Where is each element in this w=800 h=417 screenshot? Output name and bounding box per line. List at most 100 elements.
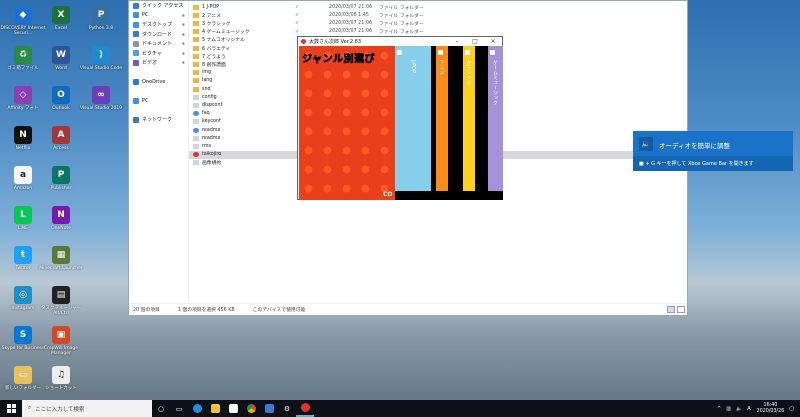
pin-icon: ✱ (181, 50, 185, 56)
genre-strip[interactable]: アニメ (436, 46, 448, 191)
file-name: lang (202, 78, 213, 84)
game-canvas[interactable]: ジャンル別選び J-POP アニメ クラシック ゲームミュージック CO (299, 46, 503, 200)
desktop-icon[interactable]: A Access (38, 126, 84, 151)
start-button[interactable] (0, 400, 22, 417)
nav-item-label: ドキュメント (142, 41, 173, 48)
nav-item-label: ネットワーク (142, 117, 173, 124)
desktop-icon-label: Minecraft Launcher (39, 266, 83, 271)
volume-icon[interactable]: 🔈 (736, 406, 742, 412)
taskbar-search[interactable]: ⌕ ここに入力して検索 (22, 400, 152, 417)
task-view-button[interactable]: ▭ (170, 400, 188, 417)
nav-item[interactable]: ビデオ ✱ (129, 58, 188, 68)
nav-item[interactable]: クイック アクセス (129, 1, 188, 11)
windows-logo-icon (6, 404, 16, 413)
pin-icon: ✱ (181, 60, 185, 66)
file-row[interactable]: 1 J-POP ✓ 2020/03/07 21:06 ファイル フォルダー (189, 3, 687, 11)
taskbar-settings[interactable]: ⚙ (278, 400, 296, 417)
app-icon: N (52, 206, 70, 224)
system-tray: ^ ▥ 🔈 A 16:40 2020/03/26 ▢ (712, 403, 800, 415)
nav-item[interactable]: ピクチャ ✱ (129, 49, 188, 59)
app-icon: S (14, 326, 32, 344)
nav-item-label: OneDrive (142, 78, 166, 85)
nav-item-icon (133, 78, 139, 85)
network-icon[interactable]: ▥ (726, 406, 731, 412)
selection-info: 1 個の項目を選択 456 KB (177, 308, 235, 313)
nav-item-label: PC (142, 97, 149, 104)
doc-icon (193, 102, 199, 108)
nav-item[interactable]: PC (129, 96, 188, 106)
app-icon: ◇ (14, 86, 32, 104)
taskbar-taikojiro[interactable] (296, 400, 314, 417)
nav-item[interactable]: ネットワーク (129, 115, 188, 125)
audio-notification[interactable]: 🔈 オーディオを簡単に調整 ■ + G キーを押して Xbox Game Bar… (633, 131, 793, 171)
chrome-icon (193, 111, 199, 117)
action-center-icon[interactable]: ▢ (789, 406, 794, 412)
file-type: ファイル フォルダー (379, 30, 424, 36)
nav-item[interactable]: ダウンロード ✱ (129, 30, 188, 40)
minimize-button[interactable]: – (448, 38, 466, 45)
file-name: 3 クラシック (202, 21, 231, 27)
desktop-icon[interactable]: ▣ CropWill Image Manager (38, 326, 84, 356)
file-name: rms (202, 143, 212, 149)
taiko-icon (300, 403, 310, 412)
nav-item-icon (133, 40, 139, 47)
nav-item-icon (133, 59, 139, 66)
file-name: keyconf (202, 119, 221, 125)
close-button[interactable]: × (484, 38, 502, 45)
file-row[interactable]: 4 ゲームミュージック ✓ 2020/03/07 21:06 ファイル フォルダー (189, 28, 687, 36)
desktop-icon[interactable]: ▤ タスクマネージャー Alt/Ctrl (38, 286, 84, 316)
desktop-icon-label: Python 3.8 (88, 26, 114, 31)
taskbar-explorer[interactable] (206, 400, 224, 417)
availability-status: このデバイスで使用可能 (252, 308, 306, 313)
file-row[interactable]: 3 クラシック ✓ 2020/03/07 21:06 ファイル フォルダー (189, 19, 687, 27)
desktop-icon[interactable]: ▦ Minecraft Launcher (38, 246, 84, 271)
taiko-icon (193, 152, 199, 158)
taskbar-store[interactable] (224, 400, 242, 417)
app-icon: ♫ (52, 366, 70, 384)
taskbar-edge[interactable] (188, 400, 206, 417)
details-view-button[interactable] (667, 306, 675, 313)
cortana-button[interactable]: ○ (152, 400, 170, 417)
genre-strip[interactable]: ゲームミュージック (488, 46, 503, 191)
taskbar-mail[interactable] (260, 400, 278, 417)
taskbar-chrome[interactable] (242, 400, 260, 417)
sync-status-icon: ✓ (295, 12, 300, 19)
desktop-icon[interactable]: N OneNote (38, 206, 84, 231)
search-icon: ⌕ (28, 405, 32, 411)
nav-item[interactable]: デスクトップ ✱ (129, 20, 188, 30)
file-name: img (202, 70, 212, 76)
maximize-button[interactable]: □ (466, 38, 484, 45)
clock[interactable]: 16:40 2020/03/26 (757, 403, 785, 415)
genre-strip[interactable]: クラシック (463, 46, 475, 191)
chevron-up-icon[interactable]: ^ (717, 406, 721, 412)
nav-item (129, 106, 188, 116)
desktop-icon[interactable]: ∞ Visual Studio 2019 (78, 86, 124, 111)
nav-item[interactable]: OneDrive (129, 77, 188, 87)
nav-item[interactable]: PC ✱ (129, 11, 188, 21)
genre-strip[interactable]: J-POP (395, 46, 431, 191)
large-icons-view-button[interactable] (677, 306, 685, 313)
genre-label: J-POP (410, 60, 416, 74)
app-icon: P (92, 6, 110, 24)
desktop-icon[interactable]: P Python 3.8 (78, 6, 124, 31)
navigation-pane: クイック アクセス PC ✱ デスクトップ ✱ ダウンロード ✱ ドキュメント ✱ ピクチャ ✱ ビデ… (129, 1, 189, 305)
pin-icon: ✱ (181, 41, 185, 47)
ime-indicator[interactable]: A (747, 406, 750, 412)
folder-icon (193, 29, 199, 35)
file-name: taikojiro (202, 152, 222, 158)
doc-icon (193, 135, 199, 141)
file-date: 2020/03/07 21:06 (329, 29, 372, 35)
desktop-icon[interactable]: P Publisher (38, 166, 84, 191)
file-name: readme (202, 135, 221, 141)
file-row[interactable]: 2 アニメ ✓ 2020/03/08 1:45 ファイル フォルダー (189, 11, 687, 19)
genre-marker-icon (490, 50, 495, 55)
folder-icon (193, 45, 199, 51)
desktop-icon[interactable]: ⟩ Visual Studio Code (78, 46, 124, 71)
file-name: 5 ナムコオリジナル (202, 38, 245, 44)
nav-item-icon (133, 116, 139, 123)
doc-icon (193, 94, 199, 100)
desktop-icon[interactable]: ♫ ショートカット (38, 366, 84, 391)
app-icon: ⟩ (92, 46, 110, 64)
pin-icon: ✱ (181, 31, 185, 37)
nav-item[interactable]: ドキュメント ✱ (129, 39, 188, 49)
